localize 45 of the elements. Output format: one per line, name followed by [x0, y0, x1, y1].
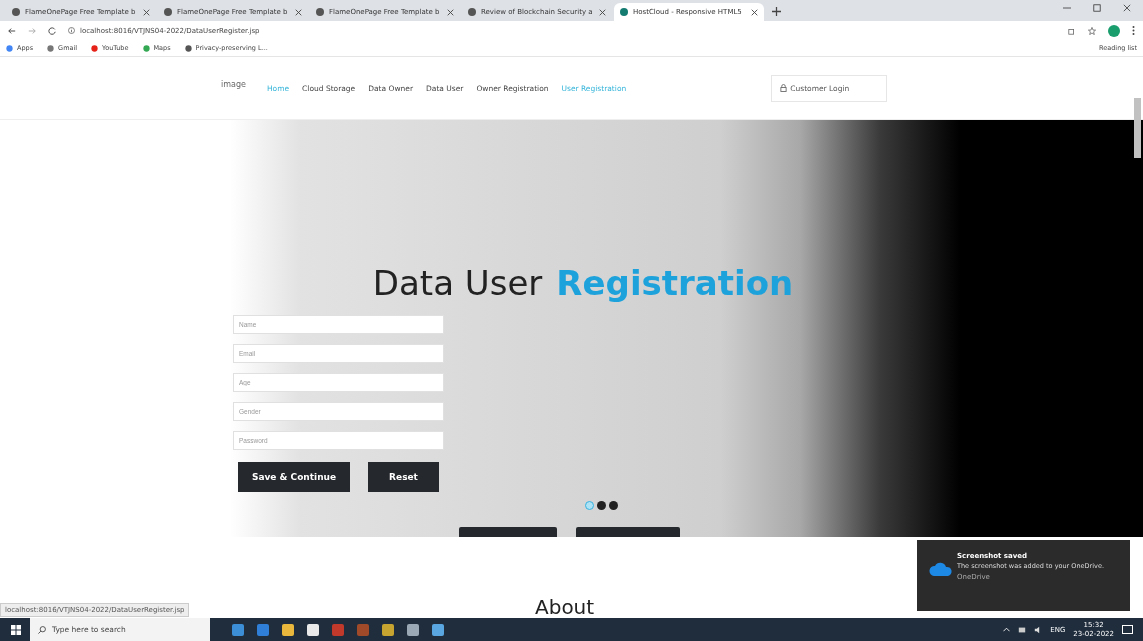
- taskbar-app-icon[interactable]: [282, 623, 294, 636]
- save-button[interactable]: Save & Continue: [238, 462, 350, 492]
- search-icon: [38, 625, 46, 634]
- chevron-up-icon[interactable]: [1003, 627, 1011, 632]
- info-icon: [68, 27, 75, 34]
- bookmark-icon: [142, 44, 150, 52]
- taskbar-app-icon[interactable]: [407, 623, 419, 636]
- close-icon[interactable]: [751, 8, 758, 16]
- reload-icon[interactable]: [48, 26, 56, 35]
- share-icon[interactable]: [1068, 26, 1076, 35]
- menu-icon[interactable]: [1132, 26, 1135, 35]
- taskbar-app-icon[interactable]: [432, 623, 444, 636]
- slider-dot[interactable]: [585, 501, 594, 510]
- bookmark-icon: [47, 44, 55, 52]
- bookmark-icon: [91, 44, 99, 52]
- close-icon[interactable]: [447, 8, 454, 16]
- star-icon[interactable]: [1088, 26, 1096, 35]
- hero-title: Data User Registration: [371, 263, 795, 303]
- taskbar-app-icon[interactable]: [307, 623, 319, 636]
- broken-image: image: [221, 79, 246, 89]
- notification-icon[interactable]: [1122, 624, 1133, 635]
- close-icon[interactable]: [1123, 3, 1131, 12]
- scrollbar-thumb[interactable]: [1134, 98, 1141, 158]
- close-icon[interactable]: [295, 8, 302, 16]
- bookmark-icon: [6, 44, 13, 52]
- site-icon: [620, 8, 628, 16]
- site-icon: [468, 8, 476, 16]
- bookmark-icon: [184, 44, 192, 52]
- network-icon[interactable]: [1018, 625, 1027, 634]
- maximize-icon[interactable]: [1093, 3, 1101, 12]
- back-icon[interactable]: [8, 26, 16, 35]
- site-icon: [164, 8, 172, 16]
- taskbar-app-icon[interactable]: [382, 623, 394, 636]
- windows-start-icon[interactable]: [11, 624, 21, 635]
- cloud-icon: [929, 562, 953, 576]
- slider-dot[interactable]: [597, 501, 606, 510]
- site-icon: [12, 8, 20, 16]
- lock-icon: [780, 84, 788, 92]
- new-tab-icon[interactable]: [772, 7, 781, 16]
- close-icon[interactable]: [143, 8, 150, 16]
- close-icon[interactable]: [599, 8, 606, 16]
- slider-dot[interactable]: [609, 501, 618, 510]
- reset-button[interactable]: Reset: [368, 462, 439, 492]
- profile-avatar[interactable]: [1108, 24, 1120, 37]
- site-icon: [316, 8, 324, 16]
